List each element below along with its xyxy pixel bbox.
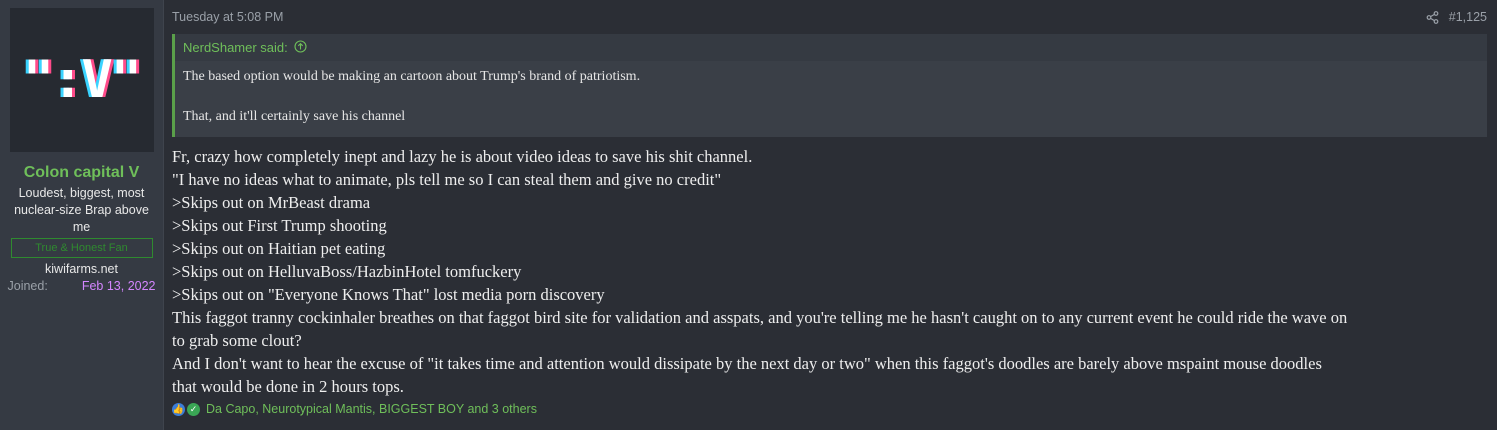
body-line: And I don't want to hear the excuse of "… xyxy=(172,354,1322,373)
quote-line: The based option would be making an cart… xyxy=(183,69,641,84)
joined-date: Feb 13, 2022 xyxy=(81,279,156,293)
user-title: Loudest, biggest, most nuclear-size Brap… xyxy=(14,186,149,234)
body-line: "I have no ideas what to animate, pls te… xyxy=(172,170,722,189)
share-icon[interactable] xyxy=(1426,10,1439,24)
body-line: that would be done in 2 hours tops. xyxy=(172,377,404,396)
message-body: Fr, crazy how completely inept and lazy … xyxy=(172,145,1487,398)
quote-block: NerdShamer said: The based option would … xyxy=(172,34,1487,137)
post-number[interactable]: #1,125 xyxy=(1449,10,1487,24)
user-banner: True & Honest Fan xyxy=(10,238,153,258)
body-line: to grab some clout? xyxy=(172,331,302,350)
reactions-bar[interactable]: 👍 ✓ Da Capo, Neurotypical Mantis, BIGGES… xyxy=(172,402,1487,416)
quote-author[interactable]: NerdShamer said: xyxy=(183,40,288,55)
body-line: >Skips out on MrBeast drama xyxy=(172,193,371,212)
avatar[interactable]: ":V" xyxy=(9,8,154,152)
joined-label: Joined: xyxy=(7,279,48,293)
quote-line: That, and it'll certainly save his chann… xyxy=(183,109,406,124)
message-attribution: Tuesday at 5:08 PM #1,125 xyxy=(172,8,1487,26)
body-line: >Skips out on HelluvaBoss/HazbinHotel to… xyxy=(172,262,522,281)
body-line: >Skips out First Trump shooting xyxy=(172,216,387,235)
user-site: kiwifarms.net xyxy=(45,262,118,276)
arrow-up-circle-icon[interactable] xyxy=(294,39,307,56)
post-timestamp[interactable]: Tuesday at 5:08 PM xyxy=(172,10,283,24)
body-line: This faggot tranny cockinhaler breathes … xyxy=(172,308,1348,327)
avatar-text: ":V" xyxy=(22,50,142,110)
attribution-right: #1,125 xyxy=(1426,10,1487,24)
user-sidebar: ":V" Colon capital V Loudest, biggest, m… xyxy=(0,0,164,430)
quote-header[interactable]: NerdShamer said: xyxy=(175,34,1487,61)
reactions-list[interactable]: Da Capo, Neurotypical Mantis, BIGGEST BO… xyxy=(206,402,537,416)
joined-row: Joined: Feb 13, 2022 xyxy=(8,279,156,293)
message-main: Tuesday at 5:08 PM #1,125 NerdShamer sai… xyxy=(164,0,1497,430)
body-line: >Skips out on Haitian pet eating xyxy=(172,239,386,258)
body-line: >Skips out on "Everyone Knows That" lost… xyxy=(172,285,605,304)
quote-body: The based option would be making an cart… xyxy=(175,61,1487,137)
message-post: ":V" Colon capital V Loudest, biggest, m… xyxy=(0,0,1497,430)
like-reaction-icon: 👍 xyxy=(172,402,185,416)
username[interactable]: Colon capital V xyxy=(24,164,140,182)
agree-reaction-icon: ✓ xyxy=(187,402,200,416)
body-line: Fr, crazy how completely inept and lazy … xyxy=(172,147,753,166)
